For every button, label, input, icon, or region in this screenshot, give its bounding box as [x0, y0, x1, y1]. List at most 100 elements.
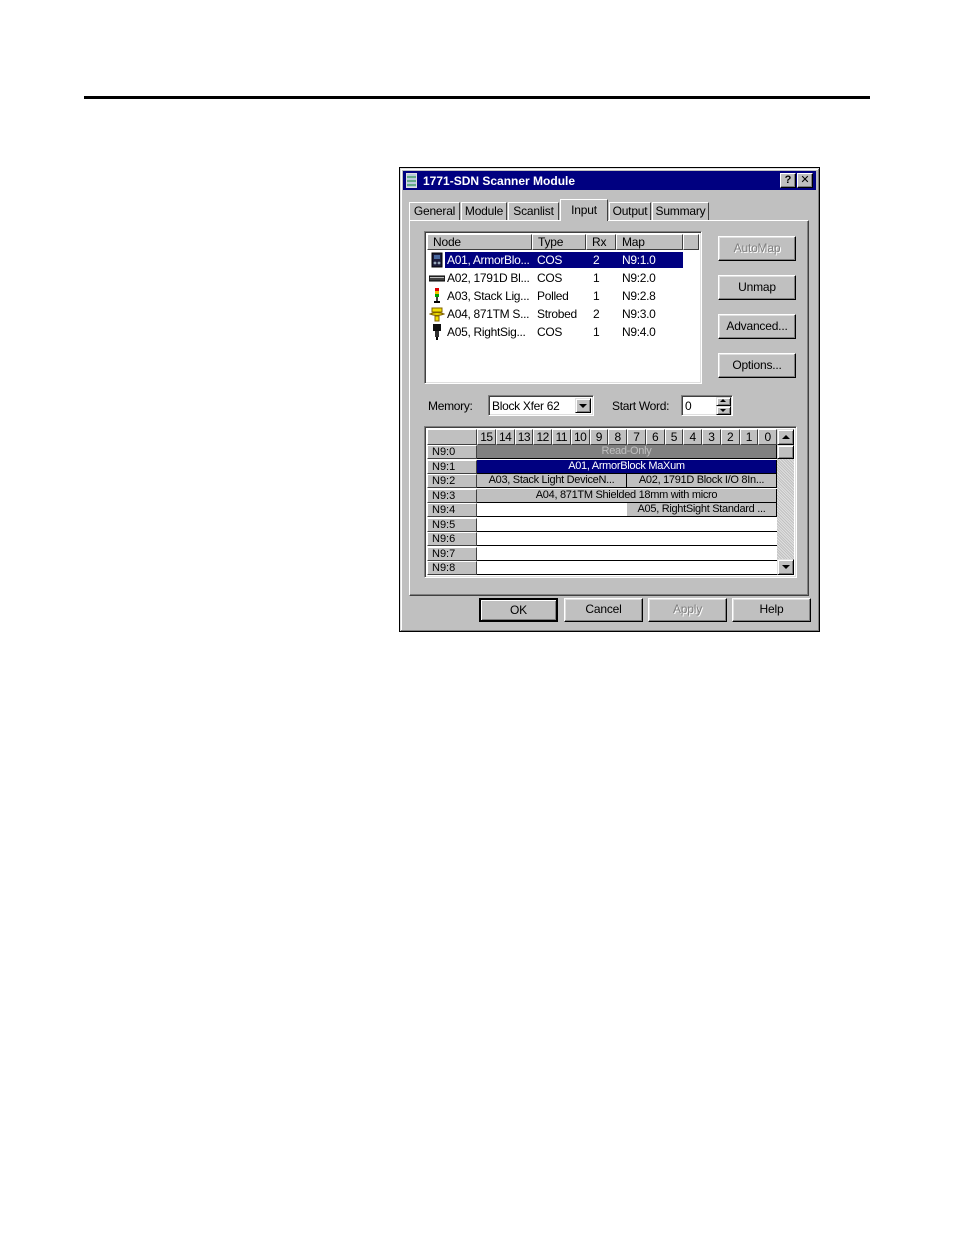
memory-selected-value: Block Xfer 62: [492, 399, 560, 413]
cancel-button[interactable]: Cancel: [564, 598, 643, 622]
column-header-map[interactable]: Map: [616, 234, 683, 250]
tab-scanlist[interactable]: Scanlist: [508, 202, 559, 220]
word-row-label: N9:5: [427, 517, 477, 532]
bit-column-header: 11: [552, 429, 571, 445]
start-word-label: Start Word:: [612, 399, 670, 413]
vertical-scrollbar[interactable]: [777, 429, 794, 575]
node-mapping-list[interactable]: Node Type Rx Map A01, ArmorBlo... COS 2 …: [424, 231, 702, 384]
table-row[interactable]: A03, Stack Light DeviceN... A02, 1791D Bl…: [477, 474, 777, 488]
mapped-segment[interactable]: A04, 871TM Shielded 18mm with micro: [477, 488, 777, 502]
tab-module[interactable]: Module: [461, 202, 507, 220]
arrow-up-icon: [720, 399, 726, 402]
node-map: N9:1.0: [622, 253, 656, 267]
bit-column-header: 6: [645, 429, 665, 445]
bit-map-grid[interactable]: 15 14 13 12 11 10 9 8 7 6 5 4 3 2 1 0 N9:0 Read-Only N9:1 A…: [424, 426, 797, 578]
word-row-label: N9:6: [427, 532, 477, 546]
node-map: N9:4.0: [622, 325, 656, 339]
sensor-icon: [429, 307, 445, 322]
photo-eye-icon: [433, 324, 441, 340]
scroll-down-button[interactable]: [777, 559, 794, 575]
column-header-node[interactable]: Node: [427, 234, 532, 250]
list-item[interactable]: A01, ArmorBlo... COS 2 N9:1.0: [427, 251, 683, 269]
page-top-rule: [84, 96, 870, 99]
memory-select[interactable]: Block Xfer 62: [488, 395, 594, 416]
node-map: N9:2.8: [622, 289, 656, 303]
mapped-segment[interactable]: A02, 1791D Block I/O 8In...: [627, 474, 777, 487]
start-word-stepper[interactable]: 0: [681, 395, 733, 416]
start-word-up-button[interactable]: [716, 397, 731, 406]
help-title-button[interactable]: ?: [780, 173, 796, 188]
word-row-label: N9:0: [427, 445, 477, 459]
window-title: 1771-SDN Scanner Module: [423, 174, 576, 188]
automap-button[interactable]: AutoMap: [718, 236, 796, 261]
node-name: A01, ArmorBlo...: [447, 253, 530, 267]
node-map: N9:2.0: [622, 271, 656, 285]
node-name: A03, Stack Lig...: [447, 289, 530, 303]
bit-column-header: 14: [495, 429, 515, 445]
table-row[interactable]: A05, RightSight Standard ...: [477, 503, 777, 517]
list-item[interactable]: A03, Stack Lig... Polled 1 N9:2.8: [427, 287, 683, 305]
bit-column-header: 13: [514, 429, 534, 445]
table-row[interactable]: [477, 532, 777, 546]
mapped-segment[interactable]: A01, ArmorBlock MaXum: [477, 459, 777, 473]
node-rx: 1: [593, 325, 600, 339]
arrow-down-icon: [720, 409, 726, 412]
node-type: COS: [537, 271, 563, 285]
word-row-label: N9:2: [427, 474, 477, 488]
list-item[interactable]: A04, 871TM S... Strobed 2 N9:3.0: [427, 305, 683, 323]
node-name: A05, RightSig...: [447, 325, 526, 339]
grid-corner-header: [427, 429, 477, 445]
column-header-rx[interactable]: Rx: [586, 234, 616, 250]
tab-general[interactable]: General: [409, 202, 460, 220]
tab-output[interactable]: Output: [609, 202, 651, 220]
memory-label: Memory:: [428, 399, 473, 413]
table-row[interactable]: A04, 871TM Shielded 18mm with micro: [477, 488, 777, 503]
block-io-icon: [429, 275, 445, 282]
ok-button[interactable]: OK: [479, 598, 558, 622]
column-header-type[interactable]: Type: [532, 234, 586, 250]
table-row[interactable]: [477, 561, 777, 575]
bit-column-header: 7: [627, 429, 646, 445]
node-type: COS: [537, 325, 563, 339]
scroll-thumb[interactable]: [777, 445, 794, 459]
mapped-segment[interactable]: Read-Only: [477, 445, 777, 458]
unmap-button[interactable]: Unmap: [718, 275, 796, 300]
bit-column-header: 8: [608, 429, 627, 445]
tab-summary[interactable]: Summary: [652, 202, 709, 220]
help-button[interactable]: Help: [732, 598, 811, 622]
close-icon[interactable]: ✕: [797, 173, 813, 188]
start-word-down-button[interactable]: [716, 406, 731, 415]
node-type: COS: [537, 253, 563, 267]
bit-column-header: 1: [739, 429, 759, 445]
bit-column-header: 15: [477, 429, 496, 445]
node-type: Polled: [537, 289, 569, 303]
node-name: A02, 1791D Bl...: [447, 271, 530, 285]
memory-dropdown-button[interactable]: [575, 398, 591, 413]
apply-button[interactable]: Apply: [648, 598, 727, 622]
table-row[interactable]: Read-Only: [477, 445, 777, 459]
arrow-up-icon: [782, 435, 790, 439]
node-map: N9:3.0: [622, 307, 656, 321]
title-bar[interactable]: 1771-SDN Scanner Module ? ✕: [403, 171, 816, 190]
list-item[interactable]: A05, RightSig... COS 1 N9:4.0: [427, 323, 683, 341]
node-rx: 1: [593, 289, 600, 303]
table-row[interactable]: [477, 518, 777, 532]
mapped-segment[interactable]: A05, RightSight Standard ...: [627, 503, 777, 516]
start-word-value: 0: [685, 399, 692, 413]
advanced-button[interactable]: Advanced...: [718, 314, 796, 339]
table-row[interactable]: A01, ArmorBlock MaXum: [477, 459, 777, 474]
table-row[interactable]: [477, 547, 777, 561]
scroll-up-button[interactable]: [777, 429, 794, 445]
node-name: A04, 871TM S...: [447, 307, 530, 321]
bit-column-header: 4: [683, 429, 702, 445]
bit-column-header: 9: [589, 429, 609, 445]
stack-light-icon: [434, 288, 440, 303]
options-button[interactable]: Options...: [718, 353, 796, 378]
bit-column-header: 12: [533, 429, 552, 445]
arrow-down-icon: [782, 565, 790, 569]
tab-input[interactable]: Input: [560, 199, 608, 221]
mapped-segment[interactable]: A03, Stack Light DeviceN...: [477, 474, 627, 487]
scanner-module-icon: [406, 173, 417, 188]
node-rx: 2: [593, 307, 600, 321]
list-item[interactable]: A02, 1791D Bl... COS 1 N9:2.0: [427, 269, 683, 287]
